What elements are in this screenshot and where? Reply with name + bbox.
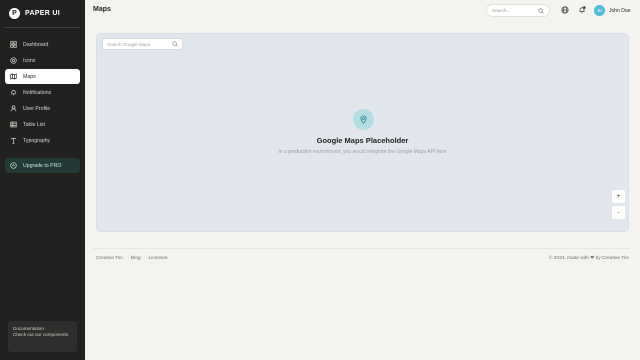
sidebar-nav: Dashboard Icons Maps Notifications User … — [5, 37, 80, 149]
footer-credit-prefix: © 2024, made with — [548, 256, 589, 261]
footer-link-creative-tim[interactable]: Creative Tim — [96, 256, 123, 261]
brand-name: PAPER UI — [25, 10, 60, 17]
search-placeholder: Search... — [492, 8, 511, 13]
sidebar-item-notifications[interactable]: Notifications — [5, 85, 80, 100]
sidebar-item-icons[interactable]: Icons — [5, 53, 80, 68]
sidebar-item-label: Dashboard — [23, 41, 49, 48]
user-menu[interactable]: JD John Doe — [594, 5, 630, 16]
footer-links: Creative Tim Blog Licenses — [96, 256, 167, 261]
page-title: Maps — [93, 6, 111, 13]
sidebar-item-label: Notifications — [23, 89, 52, 96]
sidebar-item-table-list[interactable]: Table List — [5, 117, 80, 132]
heart-icon: ❤ — [590, 256, 595, 261]
upgrade-icon — [10, 162, 17, 169]
sidebar-item-label: User Profile — [23, 105, 51, 112]
sidebar-item-dashboard[interactable]: Dashboard — [5, 37, 80, 52]
map-placeholder-subtitle: In a production environment, you would i… — [278, 149, 447, 155]
search-icon — [172, 41, 178, 47]
dashboard-icon — [10, 41, 17, 48]
footer-link-blog[interactable]: Blog — [131, 256, 141, 261]
sidebar: P PAPER UI Dashboard Icons Maps Notifica… — [0, 0, 85, 360]
table-icon — [10, 121, 17, 128]
sidebar-item-maps[interactable]: Maps — [5, 69, 80, 84]
user-icon — [10, 105, 17, 112]
map-search-input[interactable]: Search Google Maps — [102, 38, 183, 50]
footer-link-licenses[interactable]: Licenses — [149, 256, 168, 261]
zoom-out-button[interactable]: - — [612, 206, 625, 219]
icons-icon — [10, 57, 17, 64]
globe-icon[interactable] — [561, 6, 569, 14]
zoom-in-button[interactable]: + — [612, 190, 625, 203]
brand-logo: P — [9, 8, 20, 19]
user-name: John Doe — [609, 7, 631, 14]
map-pin-icon — [360, 115, 367, 124]
map-container[interactable]: Search Google Maps Google Maps Placehold… — [96, 33, 629, 232]
documentation-text: Check out our components — [13, 331, 68, 337]
sidebar-item-label: Typography — [23, 137, 51, 144]
documentation-box[interactable]: Documentation Check out our components — [8, 321, 77, 352]
map-placeholder-title: Google Maps Placeholder — [316, 136, 409, 145]
map-pin-badge — [353, 109, 374, 130]
search-icon — [538, 7, 544, 14]
sidebar-item-user-profile[interactable]: User Profile — [5, 101, 80, 116]
footer-divider — [93, 248, 630, 249]
typography-icon — [11, 138, 16, 144]
footer-credit-suffix: by Creative Tim — [595, 256, 629, 261]
map-search-placeholder: Search Google Maps — [107, 41, 151, 47]
sidebar-item-typography[interactable]: Typography — [5, 133, 80, 148]
search-input[interactable]: Search... — [486, 4, 550, 17]
map-icon — [10, 73, 17, 80]
bell-icon — [11, 90, 16, 96]
brand[interactable]: P PAPER UI — [5, 0, 80, 28]
sidebar-item-label: Table List — [23, 121, 45, 128]
notification-bell-icon[interactable] — [578, 6, 586, 14]
sidebar-item-label: Maps — [23, 73, 36, 80]
upgrade-button[interactable]: Upgrade to PRO — [5, 158, 80, 173]
sidebar-item-label: Icons — [23, 57, 36, 64]
avatar: JD — [594, 5, 605, 16]
upgrade-label: Upgrade to PRO — [23, 162, 62, 169]
footer-credit: © 2024, made with ❤ by Creative Tim — [549, 256, 629, 261]
